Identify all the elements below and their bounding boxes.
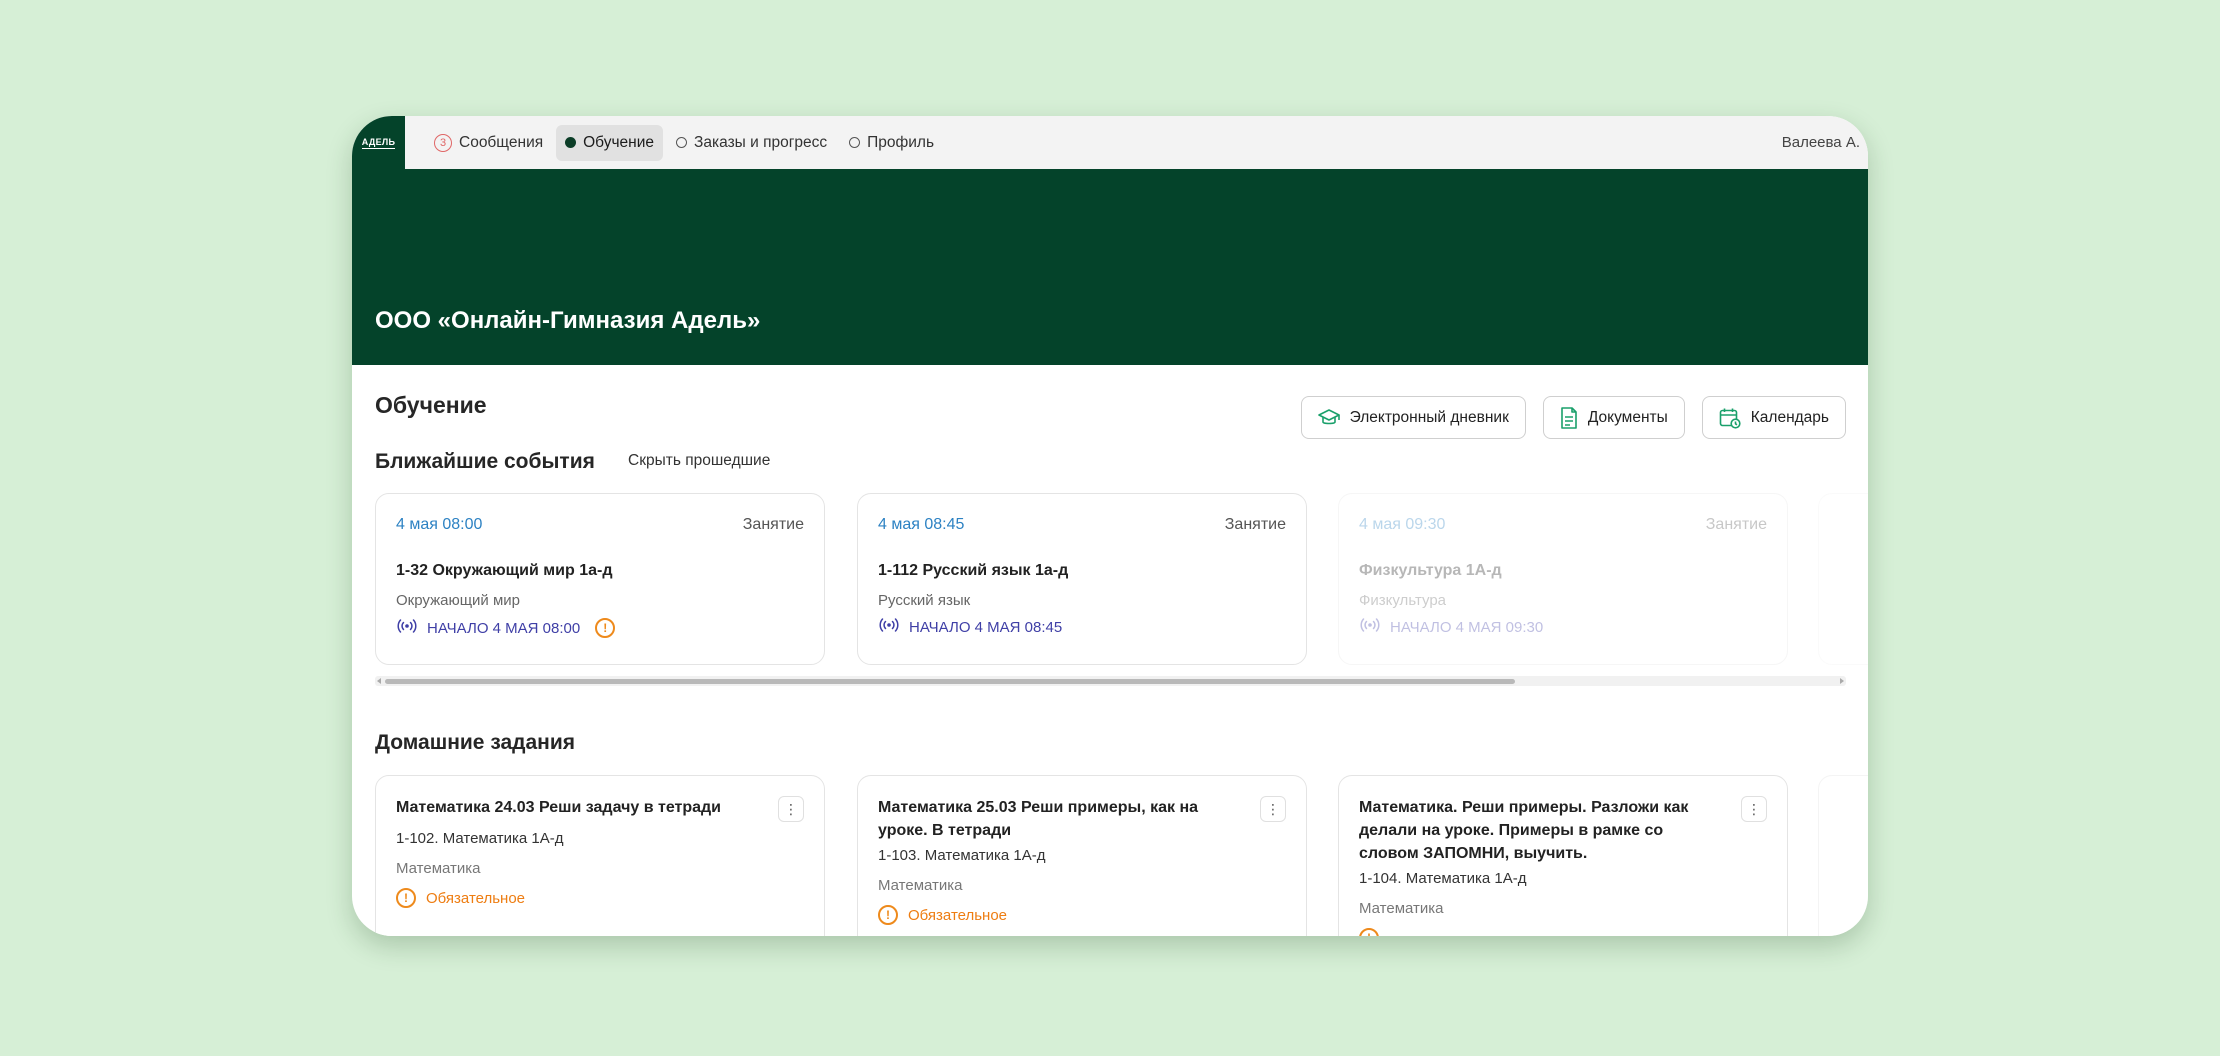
nav-item-label: Заказы и прогресс: [694, 133, 828, 151]
nav-item-orders[interactable]: Заказы и прогресс: [667, 125, 836, 161]
homework-subject: Математика: [878, 877, 963, 894]
nav-item-learning[interactable]: Обучение: [556, 124, 664, 161]
scroll-right-arrow-icon[interactable]: [1840, 678, 1844, 684]
broadcast-icon: [396, 619, 418, 637]
upcoming-events-title: Ближайшие события: [375, 450, 595, 473]
page-title: Обучение: [375, 392, 487, 418]
homework-subject: Математика: [396, 860, 481, 877]
warning-icon: !: [396, 888, 416, 908]
user-name[interactable]: Валеева А.: [1782, 116, 1860, 169]
event-type: Занятие: [1705, 516, 1767, 533]
inactive-dot-icon: [676, 137, 688, 148]
homework-group: 1-102. Математика 1А-д: [396, 830, 564, 847]
broadcast-icon: [1359, 618, 1381, 636]
event-date: 4 мая 08:00: [396, 516, 483, 533]
event-title: Физкультура 1А-д: [1359, 562, 1502, 579]
warning-icon[interactable]: !: [595, 618, 616, 638]
more-options-icon[interactable]: ⋮: [1260, 796, 1286, 822]
homework-task-title: Математика 24.03 Реши задачу в тетради: [396, 799, 721, 816]
more-options-icon[interactable]: ⋮: [778, 796, 804, 822]
homework-status: !: [1359, 928, 1379, 936]
event-title: 1-112 Русский язык 1а-д: [878, 562, 1069, 579]
event-title: 1-32 Окружающий мир 1а-д: [396, 562, 613, 579]
status-label: Обязательное: [426, 889, 526, 907]
documents-button-label: Документы: [1587, 408, 1668, 426]
homework-title: Домашние задания: [375, 731, 576, 754]
action-buttons: Электронный дневник Документы Календарь: [1300, 396, 1846, 439]
event-card-partial[interactable]: [1818, 493, 1868, 665]
app-window: АДЕЛЬ 3 Сообщения Обучение Заказы и прог…: [352, 116, 1868, 936]
nav-menu: 3 Сообщения Обучение Заказы и прогресс П…: [425, 124, 943, 161]
status-label: Обязательное: [908, 906, 1008, 924]
diary-button[interactable]: Электронный дневник: [1300, 396, 1526, 439]
nav-item-label: Обучение: [583, 133, 655, 151]
inactive-dot-icon: [849, 137, 861, 148]
event-subject: Русский язык: [878, 592, 971, 609]
event-type: Занятие: [1224, 516, 1286, 533]
events-scrollbar[interactable]: [375, 676, 1846, 686]
homework-card[interactable]: Математика. Реши примеры. Разложи как де…: [1338, 775, 1788, 936]
event-start: НАЧАЛО 4 МАЯ 09:30: [1359, 618, 1543, 636]
event-subject: Физкультура: [1359, 592, 1447, 609]
event-start-label: НАЧАЛО 4 МАЯ 08:45: [909, 618, 1063, 636]
active-dot-icon: [565, 137, 577, 148]
homework-status: ! Обязательное: [878, 905, 1007, 925]
messages-count-badge: 3: [434, 133, 452, 152]
event-card[interactable]: 4 мая 09:30 Занятие Физкультура 1А-д Физ…: [1338, 493, 1788, 665]
homework-card[interactable]: Математика 25.03 Реши примеры, как на ур…: [857, 775, 1307, 936]
event-type: Занятие: [742, 516, 804, 533]
nav-item-messages[interactable]: 3 Сообщения: [425, 125, 552, 161]
homework-task-title: Математика. Реши примеры. Разложи как де…: [1359, 799, 1689, 862]
diary-button-label: Электронный дневник: [1349, 408, 1509, 426]
organization-title: ООО «Онлайн-Гимназия Адель»: [375, 307, 761, 334]
warning-icon: !: [1359, 928, 1379, 936]
brand-logo[interactable]: АДЕЛЬ: [352, 116, 405, 169]
event-card[interactable]: 4 мая 08:00 Занятие 1-32 Окружающий мир …: [375, 493, 825, 665]
homework-task-title: Математика 25.03 Реши примеры, как на ур…: [878, 799, 1199, 839]
nav-item-label: Профиль: [867, 133, 935, 151]
document-icon: [1560, 406, 1578, 429]
calendar-button[interactable]: Календарь: [1701, 396, 1846, 439]
homework-group: 1-103. Математика 1А-д: [878, 847, 1046, 864]
homework-subject: Математика: [1359, 900, 1444, 917]
scrollbar-thumb[interactable]: [385, 679, 1515, 684]
homework-group: 1-104. Математика 1А-д: [1359, 870, 1527, 887]
calendar-button-label: Календарь: [1750, 408, 1829, 426]
homework-card-partial[interactable]: [1818, 775, 1868, 936]
broadcast-icon: [878, 618, 900, 636]
homework-card[interactable]: Математика 24.03 Реши задачу в тетради ⋮…: [375, 775, 825, 936]
event-subject: Окружающий мир: [396, 592, 520, 609]
graduation-cap-icon: [1317, 408, 1340, 428]
warning-icon: !: [878, 905, 898, 925]
logo-text: АДЕЛЬ: [361, 136, 396, 149]
hero-banner: ООО «Онлайн-Гимназия Адель»: [352, 169, 1868, 365]
nav-item-profile[interactable]: Профиль: [840, 125, 943, 161]
event-card[interactable]: 4 мая 08:45 Занятие 1-112 Русский язык 1…: [857, 493, 1307, 665]
event-start: НАЧАЛО 4 МАЯ 08:45: [878, 618, 1062, 636]
scroll-left-arrow-icon[interactable]: [377, 678, 381, 684]
calendar-clock-icon: [1719, 407, 1741, 429]
event-start: НАЧАЛО 4 МАЯ 08:00 !: [396, 618, 616, 638]
documents-button[interactable]: Документы: [1542, 396, 1685, 439]
event-start-label: НАЧАЛО 4 МАЯ 08:00: [427, 619, 581, 637]
top-nav: АДЕЛЬ 3 Сообщения Обучение Заказы и прог…: [352, 116, 1868, 169]
nav-item-label: Сообщения: [459, 133, 544, 151]
hide-past-toggle[interactable]: Скрыть прошедшие: [628, 452, 770, 470]
more-options-icon[interactable]: ⋮: [1741, 796, 1767, 822]
event-start-label: НАЧАЛО 4 МАЯ 09:30: [1390, 618, 1544, 636]
event-date: 4 мая 08:45: [878, 516, 965, 533]
event-date: 4 мая 09:30: [1359, 516, 1446, 533]
homework-status: ! Обязательное: [396, 888, 525, 908]
